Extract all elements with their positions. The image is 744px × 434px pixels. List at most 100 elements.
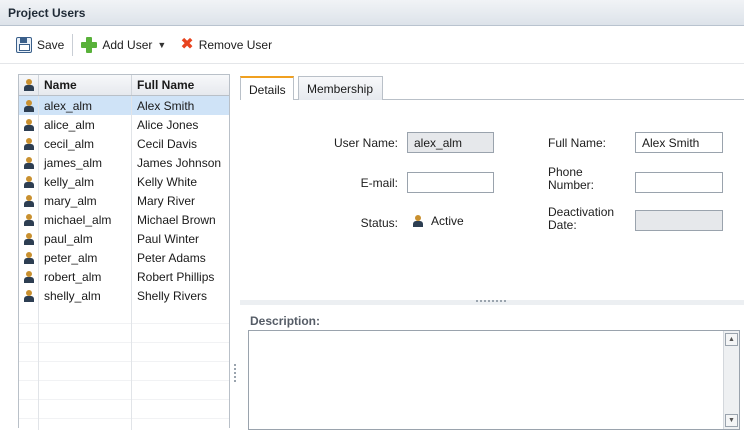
toolbar-separator	[72, 33, 74, 56]
user-icon	[23, 251, 34, 264]
row-user-icon-cell	[19, 191, 39, 210]
user-icon	[23, 289, 34, 302]
user-name-label: User Name:	[333, 136, 398, 150]
table-row[interactable]: michael_alm Michael Brown	[19, 210, 229, 229]
email-label: E-mail:	[360, 176, 398, 190]
row-name-cell: alex_alm	[39, 96, 132, 115]
tab-details[interactable]: Details	[240, 76, 294, 101]
remove-user-button[interactable]: ✖ Remove User	[176, 33, 276, 57]
table-row[interactable]: kelly_alm Kelly White	[19, 172, 229, 191]
grid-empty-area	[19, 305, 229, 430]
details-panel: Details Membership User Name: alex_alm F…	[240, 74, 744, 304]
table-row[interactable]: robert_alm Robert Phillips	[19, 267, 229, 286]
tab-membership[interactable]: Membership	[298, 76, 383, 100]
row-name-cell: cecil_alm	[39, 134, 132, 153]
add-icon	[81, 36, 98, 53]
splitter-grip	[234, 364, 236, 384]
row-user-icon-cell	[19, 172, 39, 191]
row-user-icon-cell	[19, 115, 39, 134]
description-label: Description:	[250, 314, 321, 328]
row-name-cell: michael_alm	[39, 210, 132, 229]
row-user-icon-cell	[19, 267, 39, 286]
user-icon	[23, 232, 34, 245]
column-header-full-name[interactable]: Full Name	[132, 75, 229, 95]
row-name-cell: shelly_alm	[39, 286, 132, 305]
splitter-grip	[476, 300, 506, 302]
row-user-icon-cell	[19, 96, 39, 115]
details-form: User Name: alex_alm Full Name: Alex Smit…	[240, 100, 744, 304]
table-row[interactable]: mary_alm Mary River	[19, 191, 229, 210]
user-icon	[23, 213, 34, 226]
scroll-up-arrow-icon[interactable]: ▲	[725, 333, 738, 346]
row-full-name-cell: Cecil Davis	[137, 136, 198, 151]
user-icon	[23, 175, 34, 188]
scroll-down-arrow-icon[interactable]: ▼	[725, 414, 738, 427]
status-text: Active	[431, 214, 464, 228]
description-section: Description: ▲ ▼	[240, 308, 744, 434]
add-user-button[interactable]: Add User ▼	[77, 33, 170, 57]
row-user-icon-cell	[19, 210, 39, 229]
row-name-cell: peter_alm	[39, 248, 132, 267]
row-name-cell: kelly_alm	[39, 172, 132, 191]
table-row[interactable]: cecil_alm Cecil Davis	[19, 134, 229, 153]
remove-user-button-label: Remove User	[198, 37, 273, 52]
row-full-name-cell: Peter Adams	[137, 250, 206, 265]
grid-empty-full-col	[132, 305, 229, 430]
save-icon	[16, 36, 32, 53]
row-name-cell: paul_alm	[39, 229, 132, 248]
phone-number-field[interactable]	[635, 172, 723, 193]
row-full-name-cell: Robert Phillips	[137, 269, 215, 284]
status-value: Active	[413, 214, 464, 228]
row-full-name-cell: Michael Brown	[137, 212, 216, 227]
save-button[interactable]: Save	[12, 33, 68, 57]
table-row[interactable]: shelly_alm Shelly Rivers	[19, 286, 229, 305]
table-row[interactable]: james_alm James Johnson	[19, 153, 229, 172]
user-icon	[23, 118, 34, 131]
full-name-field[interactable]: Alex Smith	[635, 132, 723, 153]
save-button-label: Save	[37, 37, 65, 52]
row-full-name-cell: Alex Smith	[137, 98, 195, 113]
grid-header: Name Full Name	[19, 75, 229, 96]
row-user-icon-cell	[19, 248, 39, 267]
horizontal-splitter[interactable]	[240, 300, 744, 305]
user-name-field[interactable]: alex_alm	[407, 132, 494, 153]
remove-icon: ✖	[180, 35, 194, 53]
table-row[interactable]: alex_alm Alex Smith	[19, 96, 229, 115]
email-field[interactable]	[407, 172, 494, 193]
user-icon	[413, 215, 423, 227]
description-text	[249, 331, 739, 339]
deactivation-date-field[interactable]	[635, 210, 723, 231]
column-header-icon[interactable]	[19, 75, 39, 95]
table-row[interactable]: peter_alm Peter Adams	[19, 248, 229, 267]
phone-label-line2: Number:	[548, 178, 595, 192]
grid-empty-icon-col	[19, 305, 39, 430]
row-full-name-cell: Shelly Rivers	[137, 288, 208, 303]
user-icon	[23, 137, 34, 150]
row-name-cell: james_alm	[39, 153, 132, 172]
grid-empty-name-col	[39, 305, 132, 430]
column-header-name[interactable]: Name	[39, 75, 132, 95]
row-full-name-cell: James Johnson	[137, 155, 222, 170]
row-user-icon-cell	[19, 134, 39, 153]
row-user-icon-cell	[19, 286, 39, 305]
row-name-cell: robert_alm	[39, 267, 132, 286]
description-scrollbar[interactable]: ▲ ▼	[723, 331, 739, 429]
toolbar: Save Add User ▼ ✖ Remove User	[0, 26, 744, 64]
user-icon	[23, 79, 34, 91]
user-icon	[23, 99, 34, 112]
table-row[interactable]: paul_alm Paul Winter	[19, 229, 229, 248]
dropdown-caret-icon[interactable]: ▼	[157, 40, 166, 50]
window-title: Project Users	[0, 0, 744, 26]
row-full-name-cell: Mary River	[137, 193, 196, 208]
full-name-label: Full Name:	[548, 136, 607, 150]
row-user-icon-cell	[19, 153, 39, 172]
row-full-name-cell: Kelly White	[137, 174, 198, 189]
row-full-name-cell: Alice Jones	[137, 117, 199, 132]
deactivation-date-label: Deactivation Date:	[548, 206, 614, 232]
row-user-icon-cell	[19, 229, 39, 248]
users-grid: Name Full Name alex_alm Alex Smith alice_a…	[18, 74, 230, 430]
table-row[interactable]: alice_alm Alice Jones	[19, 115, 229, 134]
description-field[interactable]: ▲ ▼	[248, 330, 740, 430]
status-label: Status:	[360, 216, 398, 230]
vertical-splitter[interactable]	[233, 74, 237, 428]
